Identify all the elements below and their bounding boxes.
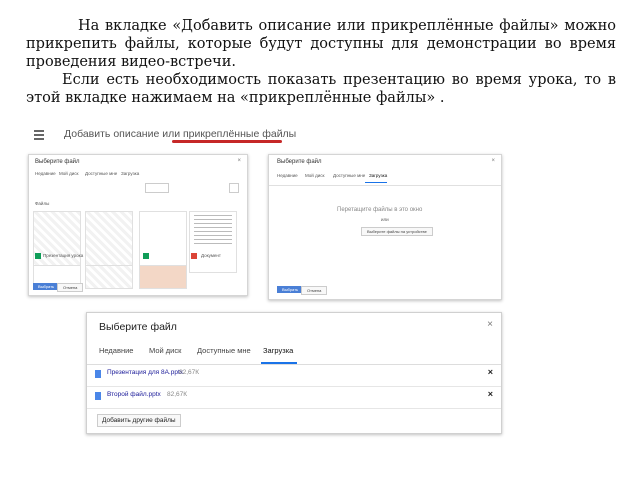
- highlight-underline: [172, 140, 282, 143]
- attachments-tab-label[interactable]: Добавить описание или прикреплённые файл…: [64, 128, 296, 140]
- divider: [269, 185, 501, 186]
- picker-title: Выберите файл: [277, 159, 322, 165]
- dialog-tabs: Недавние Мой диск Доступные мне Загрузка: [87, 338, 501, 365]
- file-thumbnail[interactable]: [139, 265, 187, 289]
- file-picker-screenshot: Выберите файл × Недавние Мой диск Доступ…: [28, 154, 248, 296]
- tab-shared[interactable]: Доступные мне: [333, 173, 365, 178]
- intro-paragraph: На вкладке «Добавить описание или прикре…: [26, 18, 616, 70]
- tab-my-drive[interactable]: Мой диск: [59, 171, 78, 176]
- add-more-files-button[interactable]: Добавить другие файлы: [97, 414, 181, 427]
- file-thumbnail[interactable]: [189, 211, 237, 273]
- tab-my-drive[interactable]: Мой диск: [305, 173, 324, 178]
- file-name: Презентация для 8А.pptx: [107, 369, 184, 376]
- file-icon: [95, 392, 101, 400]
- tab-my-drive[interactable]: Мой диск: [149, 346, 181, 355]
- tab-upload[interactable]: Загрузка: [263, 346, 293, 355]
- drop-zone-text[interactable]: Перетащите файлы в это окно: [337, 207, 422, 213]
- search-input[interactable]: [145, 183, 169, 193]
- instruction-paragraph: Если есть необходимость показать презент…: [26, 72, 616, 106]
- tab-upload[interactable]: Загрузка: [121, 171, 139, 176]
- file-name: Презентация урока: [43, 253, 84, 258]
- sheet-icon: [143, 253, 149, 259]
- close-icon[interactable]: ×: [237, 158, 241, 164]
- close-icon[interactable]: ×: [487, 319, 493, 330]
- active-tab-indicator: [365, 182, 387, 183]
- file-icon: [95, 370, 101, 378]
- remove-file-icon[interactable]: ×: [488, 389, 493, 399]
- file-name: Второй файл.pptx: [107, 391, 161, 398]
- or-label: или: [381, 217, 389, 222]
- tab-shared[interactable]: Доступные мне: [197, 346, 251, 355]
- file-thumbnail[interactable]: [33, 211, 81, 273]
- upload-file-row[interactable]: Презентация для 8А.pptx 82,67К ×: [87, 364, 501, 387]
- sheet-icon: [35, 253, 41, 259]
- close-icon[interactable]: ×: [491, 158, 495, 164]
- file-thumbnail[interactable]: [85, 211, 133, 273]
- pdf-icon: [191, 253, 197, 259]
- file-thumbnail[interactable]: [85, 265, 133, 289]
- tab-recent[interactable]: Недавние: [35, 171, 56, 176]
- choose-files-button[interactable]: Выберите файлы на устройстве: [361, 227, 433, 236]
- picker-title: Выберите файл: [35, 159, 80, 165]
- cancel-button[interactable]: Отмена: [57, 283, 84, 292]
- menu-icon[interactable]: [34, 130, 44, 142]
- upload-dialog-screenshot: Выберите файл × Недавние Мой диск Доступ…: [86, 312, 502, 434]
- calendar-toolbar: Добавить описание или прикреплённые файл…: [30, 126, 296, 146]
- dialog-title: Выберите файл: [99, 321, 177, 333]
- tab-recent[interactable]: Недавние: [277, 173, 298, 178]
- file-name: Документ: [201, 253, 221, 258]
- remove-file-icon[interactable]: ×: [488, 367, 493, 377]
- section-label: Файлы: [35, 201, 50, 206]
- file-thumbnail[interactable]: [139, 211, 187, 273]
- select-button[interactable]: Выбрать: [33, 283, 60, 290]
- upload-file-row[interactable]: Второй файл.pptx 82,67К ×: [87, 386, 501, 409]
- grid-view-icon[interactable]: [229, 183, 239, 193]
- tab-recent[interactable]: Недавние: [99, 346, 133, 355]
- file-size: 82,67К: [179, 369, 200, 376]
- upload-tab-screenshot: Выберите файл × Недавние Мой диск Доступ…: [268, 154, 502, 300]
- file-size: 82,67К: [167, 391, 188, 398]
- cancel-button[interactable]: Отмена: [301, 286, 328, 295]
- tab-shared[interactable]: Доступные мне: [85, 171, 117, 176]
- tab-upload[interactable]: Загрузка: [369, 173, 387, 178]
- select-button[interactable]: Выбрать: [277, 286, 304, 293]
